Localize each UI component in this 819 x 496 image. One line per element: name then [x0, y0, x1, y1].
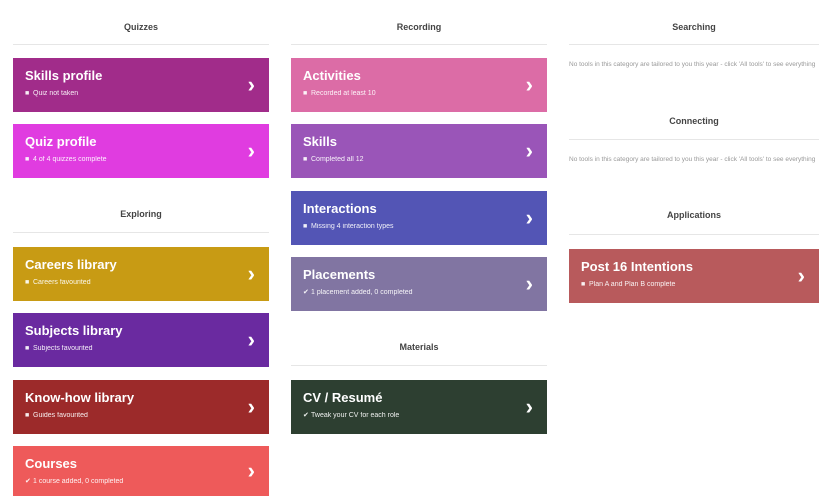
card-cv-resume[interactable]: CV / Resumé ✔ Tweak your CV for each role…: [291, 380, 547, 434]
card-status-text: Completed all 12: [311, 156, 364, 163]
card-status: ■ Completed all 12: [303, 155, 507, 165]
section-title-quizzes: Quizzes: [123, 22, 158, 32]
divider: [569, 139, 819, 140]
chevron-right-icon: ›: [247, 327, 255, 352]
card-status-text: 1 course added, 0 completed: [33, 478, 124, 485]
status-square-icon: ■: [581, 281, 586, 288]
chevron-right-icon: ›: [247, 458, 255, 483]
status-square-icon: ■: [25, 90, 30, 97]
card-status: ■ Missing 4 interaction types: [303, 222, 507, 232]
status-square-icon: ■: [303, 90, 308, 97]
card-title: Know-how library: [25, 390, 135, 405]
card-title: Skills profile: [25, 68, 103, 83]
status-square-icon: ■: [303, 223, 308, 230]
card-status: ■ 4 of 4 quizzes complete: [25, 155, 229, 165]
chevron-right-icon: ›: [247, 138, 255, 163]
section-title-exploring: Exploring: [120, 209, 162, 219]
card-status-text: Quiz not taken: [33, 90, 79, 97]
card-activities[interactable]: Activities ■ Recorded at least 10 ›: [291, 58, 547, 112]
card-status-text: Subjects favourited: [33, 345, 93, 352]
card-status-text: Careers favourited: [33, 279, 91, 286]
card-status: ■ Subjects favourited: [25, 344, 229, 354]
status-square-icon: ■: [25, 345, 30, 352]
card-placements[interactable]: Placements ✔ 1 placement added, 0 complet…: [291, 257, 547, 311]
check-icon: ✔: [25, 478, 31, 485]
card-title: Courses: [25, 456, 78, 471]
chevron-right-icon: ›: [525, 72, 533, 97]
card-status: ■ Quiz not taken: [25, 89, 229, 99]
divider: [291, 365, 547, 366]
section-title-searching: Searching: [672, 22, 716, 32]
chevron-right-icon: ›: [525, 271, 533, 296]
card-status: ■ Plan A and Plan B complete: [581, 280, 779, 290]
chevron-right-icon: ›: [247, 72, 255, 97]
card-status-text: 4 of 4 quizzes complete: [33, 156, 107, 163]
section-title-applications: Applications: [666, 210, 721, 220]
card-status: ■ Guides favourited: [25, 411, 229, 421]
chevron-right-icon: ›: [525, 394, 533, 419]
card-status: ✔ 1 placement added, 0 completed: [303, 288, 507, 298]
card-status-text: 1 placement added, 0 completed: [311, 289, 413, 296]
status-square-icon: ■: [25, 156, 30, 163]
card-skills-profile[interactable]: Skills profile ■ Quiz not taken ›: [13, 58, 269, 112]
card-courses[interactable]: Courses ✔ 1 course added, 0 completed ›: [13, 446, 269, 496]
card-status: ✔ Tweak your CV for each role: [303, 411, 507, 421]
chevron-right-icon: ›: [247, 261, 255, 286]
card-status-text: Recorded at least 10: [311, 90, 376, 97]
divider: [569, 234, 819, 235]
card-status: ■ Recorded at least 10: [303, 89, 507, 99]
card-title: CV / Resumé: [303, 390, 383, 405]
chevron-right-icon: ›: [525, 205, 533, 230]
card-title: Careers library: [25, 257, 117, 272]
check-icon: ✔: [303, 412, 309, 419]
divider: [569, 44, 819, 45]
card-title: Skills: [303, 134, 337, 149]
card-skills[interactable]: Skills ■ Completed all 12 ›: [291, 124, 547, 178]
chevron-right-icon: ›: [797, 263, 805, 288]
section-title-connecting: Connecting: [669, 116, 719, 126]
card-status-text: Guides favourited: [33, 412, 88, 419]
check-icon: ✔: [303, 289, 309, 296]
card-interactions[interactable]: Interactions ■ Missing 4 interaction type…: [291, 191, 547, 245]
card-careers-library[interactable]: Careers library ■ Careers favourited ›: [13, 247, 269, 301]
card-subjects-library[interactable]: Subjects library ■ Subjects favourited ›: [13, 313, 269, 367]
card-title: Interactions: [303, 201, 377, 216]
card-post-16-intentions[interactable]: Post 16 Intentions ■ Plan A and Plan B co…: [569, 249, 819, 303]
chevron-right-icon: ›: [247, 394, 255, 419]
card-status-text: Tweak your CV for each role: [311, 412, 400, 419]
card-title: Activities: [303, 68, 361, 83]
chevron-right-icon: ›: [525, 138, 533, 163]
status-square-icon: ■: [25, 412, 30, 419]
empty-category-note: No tools in this category are tailored t…: [569, 156, 816, 163]
card-quiz-profile[interactable]: Quiz profile ■ 4 of 4 quizzes complete ›: [13, 124, 269, 178]
empty-category-note: No tools in this category are tailored t…: [569, 61, 816, 68]
section-title-recording: Recording: [396, 22, 442, 32]
card-status: ✔ 1 course added, 0 completed: [25, 477, 229, 487]
divider: [13, 232, 269, 233]
status-square-icon: ■: [303, 156, 308, 163]
card-status: ■ Careers favourited: [25, 278, 229, 288]
card-status-text: Missing 4 interaction types: [311, 223, 394, 230]
card-title: Quiz profile: [25, 134, 97, 149]
status-square-icon: ■: [25, 279, 30, 286]
divider: [291, 44, 547, 45]
card-title: Subjects library: [25, 323, 123, 338]
card-know-how-library[interactable]: Know-how library ■ Guides favourited ›: [13, 380, 269, 434]
card-status-text: Plan A and Plan B complete: [589, 281, 676, 288]
divider: [13, 44, 269, 45]
card-title: Post 16 Intentions: [581, 259, 693, 274]
section-title-materials: Materials: [399, 342, 439, 352]
card-title: Placements: [303, 267, 376, 282]
